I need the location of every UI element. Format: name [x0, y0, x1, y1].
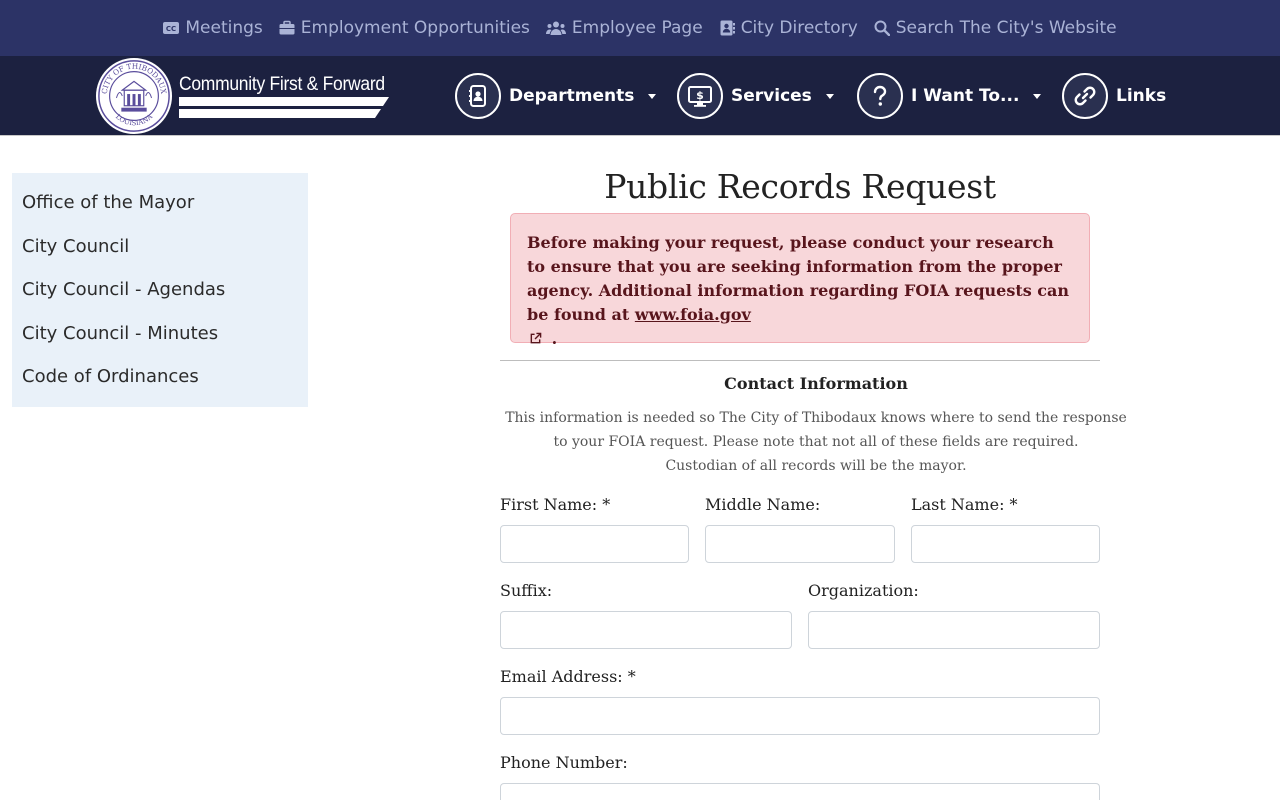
nav-services-label: Services [731, 86, 812, 106]
middle-name-label: Middle Name: [705, 495, 821, 514]
search-website-link[interactable]: Search The City's Website [874, 18, 1117, 38]
description-line-1: This information is needed so The City o… [505, 410, 1127, 450]
city-directory-link[interactable]: City Directory [719, 18, 858, 38]
foia-alert: Before making your request, please condu… [510, 213, 1090, 348]
last-name-input[interactable] [911, 525, 1100, 563]
site-tagline: Community First & Forward [179, 74, 385, 95]
employment-opportunities-label: Employment Opportunities [300, 18, 530, 38]
sidebar-item-office-of-the-mayor[interactable]: Office of the Mayor [12, 189, 308, 233]
page-title: Public Records Request [604, 167, 996, 206]
nav-services[interactable]: $ Services [677, 73, 834, 119]
phone-input[interactable] [500, 783, 1100, 800]
external-link-icon [530, 332, 542, 344]
sidebar-item-city-council-agendas[interactable]: City Council - Agendas [12, 276, 308, 320]
monitor-dollar-icon: $ [688, 86, 712, 107]
suffix-input[interactable] [500, 611, 792, 649]
suffix-label: Suffix: [500, 581, 553, 600]
meetings-label: Meetings [185, 18, 263, 38]
closed-caption-icon: CC [163, 22, 180, 34]
svg-text:$: $ [696, 89, 704, 102]
middle-name-input[interactable] [705, 525, 895, 563]
organization-label: Organization: [808, 581, 919, 600]
alert-text: Before making your request, please condu… [527, 233, 1070, 324]
section-divider [500, 360, 1100, 361]
address-book-icon [720, 20, 735, 36]
nav-i-want-to[interactable]: I Want To... [857, 73, 1042, 119]
chevron-down-icon [1033, 93, 1042, 99]
briefcase-icon [279, 20, 295, 35]
nav-i-want-to-label: I Want To... [911, 86, 1020, 106]
foia-link[interactable]: www.foia.gov [635, 305, 751, 324]
contact-information-heading: Contact Information [724, 374, 908, 393]
main-content: Public Records Request Before making you… [500, 165, 1127, 800]
first-name-label: First Name: * [500, 495, 611, 514]
last-name-label: Last Name: * [911, 495, 1018, 514]
users-icon [545, 21, 566, 35]
nav-departments[interactable]: Departments [455, 73, 657, 119]
first-name-input[interactable] [500, 525, 689, 563]
sidebar-item-city-council-minutes[interactable]: City Council - Minutes [12, 320, 308, 364]
nav-links-label: Links [1116, 86, 1167, 106]
contact-book-icon [469, 85, 486, 107]
employee-page-link[interactable]: Employee Page [545, 18, 703, 38]
site-logo[interactable]: CITY OF THIBODAUX LOUISIANA Community Fi… [95, 56, 395, 136]
city-seal-icon: CITY OF THIBODAUX LOUISIANA [95, 57, 173, 135]
sidebar-item-city-council[interactable]: City Council [12, 233, 308, 277]
meetings-link[interactable]: CC Meetings [163, 18, 263, 38]
question-icon [873, 85, 887, 106]
email-label: Email Address: * [500, 667, 636, 686]
phone-label: Phone Number: [500, 753, 628, 772]
logo-stripes [179, 97, 389, 118]
utility-bar: CC Meetings Employment Opportunities Emp… [0, 0, 1280, 56]
sidebar: Office of the Mayor City Council City Co… [12, 173, 308, 407]
sidebar-item-code-of-ordinances[interactable]: Code of Ordinances [12, 363, 308, 407]
search-website-label: Search The City's Website [895, 18, 1117, 38]
nav-departments-label: Departments [509, 86, 635, 106]
organization-input[interactable] [808, 611, 1100, 649]
nav-links[interactable]: Links [1062, 73, 1166, 119]
chevron-down-icon [648, 93, 657, 99]
employment-opportunities-link[interactable]: Employment Opportunities [279, 18, 530, 38]
contact-information-description: This information is needed so The City o… [500, 406, 1132, 478]
city-directory-label: City Directory [740, 18, 858, 38]
email-input[interactable] [500, 697, 1100, 735]
employee-page-label: Employee Page [571, 18, 703, 38]
alert-suffix: . [551, 329, 558, 348]
svg-text:CC: CC [166, 25, 176, 33]
chevron-down-icon [825, 93, 834, 99]
description-line-2: Custodian of all records will be the may… [665, 458, 967, 474]
search-icon [874, 20, 890, 36]
main-navigation: CITY OF THIBODAUX LOUISIANA Community Fi… [0, 56, 1280, 136]
chain-link-icon [1074, 86, 1096, 106]
